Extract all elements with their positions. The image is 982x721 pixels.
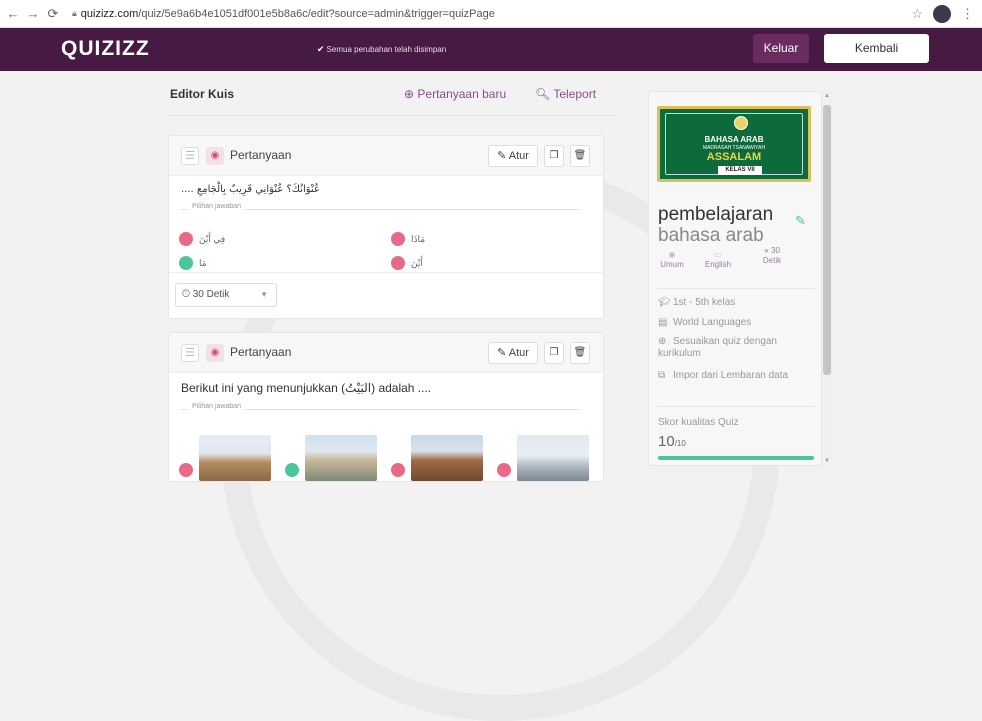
incorrect-dot — [391, 256, 405, 270]
plus-circle-icon: ⊕ — [658, 336, 667, 347]
multiple-choice-icon: ◉ — [206, 147, 224, 165]
kembali-button[interactable]: Kembali — [824, 34, 929, 63]
banner-class: KELAS VII — [718, 166, 762, 175]
school-crest-icon — [734, 116, 748, 130]
trash-icon[interactable]: 🗑︎ — [570, 145, 590, 167]
book-icon: ▤ — [658, 317, 668, 328]
incorrect-dot — [497, 463, 511, 477]
question-header: ☰ ◉ Pertanyaan ✎ Atur ❐ 🗑︎ — [169, 136, 603, 176]
question-footer: 🕓︎ 30 Detik ▼ — [169, 272, 603, 318]
quality-score-label: Skor kualitas Quiz — [658, 417, 739, 428]
divider — [168, 115, 616, 116]
editor-main: Editor Kuis ⊕ Pertanyaan baru 🔍︎ Telepor… — [0, 71, 982, 482]
correct-dot — [179, 256, 193, 270]
caret-down-icon: ▼ — [260, 290, 268, 299]
lock-icon: 🔒︎ — [72, 8, 77, 18]
plus-circle-icon: ⊕ — [404, 87, 418, 101]
question-card[interactable]: ☰ ◉ Pertanyaan ✎ Atur ❐ 🗑︎ Berikut ini y… — [168, 332, 604, 482]
search-icon: 🔍︎ — [535, 87, 554, 101]
answer-image — [411, 435, 483, 481]
grade-setting[interactable]: 🎓︎ 1st - 5th kelas — [658, 297, 735, 308]
answer-options-label: Pilihan jawaban — [181, 203, 591, 215]
reload-icon[interactable]: ⟳ — [46, 6, 60, 22]
language-setting[interactable]: ▭ English — [695, 250, 741, 269]
answer-image — [305, 435, 377, 481]
keluar-button[interactable]: Keluar — [753, 34, 809, 63]
incorrect-dot — [391, 463, 405, 477]
quiz-info-panel: BAHASA ARAB MADRASAH TSANAWIYAH ASSALAM … — [648, 91, 822, 466]
sidebar-scrollbar[interactable]: ▲ ▼ — [822, 91, 832, 466]
answer-image — [517, 435, 589, 481]
divider — [657, 406, 815, 407]
drag-handle-icon[interactable]: ☰ — [181, 147, 199, 165]
edit-pencil-icon[interactable]: ✎ — [795, 213, 806, 229]
atur-button[interactable]: ✎ Atur — [488, 145, 538, 167]
save-status: ✔ Semua perubahan telah disimpan — [317, 44, 447, 54]
duplicate-icon[interactable]: ❐ — [544, 145, 564, 167]
question-header: ☰ ◉ Pertanyaan ✎ Atur ❐ 🗑︎ — [169, 333, 603, 373]
incorrect-dot — [391, 232, 405, 246]
question-body: .... عُنْوَانُكَ؟ عُنْوَانِي قَرِيبٌ بِا… — [169, 176, 603, 223]
quality-score-value: 10/10 — [658, 433, 686, 450]
question-card[interactable]: ☰ ◉ Pertanyaan ✎ Atur ❐ 🗑︎ .... عُنْوَان… — [168, 135, 604, 319]
editor-title: Editor Kuis — [170, 87, 235, 101]
banner-frame: BAHASA ARAB MADRASAH TSANAWIYAH ASSALAM … — [665, 113, 803, 175]
image-answers — [179, 419, 599, 481]
drag-handle-icon[interactable]: ☰ — [181, 344, 199, 362]
bookmark-star-icon[interactable]: ☆ — [911, 6, 923, 22]
answer-option: أَيْنَ — [391, 256, 423, 270]
scroll-down-arrow-icon[interactable]: ▼ — [822, 458, 832, 464]
atur-button[interactable]: ✎ Atur — [488, 342, 538, 364]
incorrect-dot — [179, 232, 193, 246]
question-body: Berikut ini yang menunjukkan (البَيْتُ) … — [169, 373, 603, 423]
clock-icon: 🕓︎ — [182, 289, 193, 300]
question-text: Berikut ini yang menunjukkan (البَيْتُ) … — [181, 381, 432, 395]
subject-setting[interactable]: ▤ World Languages — [658, 317, 751, 328]
quiz-title-line1: pembelajaran — [658, 204, 774, 225]
pencil-icon: ✎ — [497, 347, 509, 359]
quality-score-bar — [658, 456, 814, 460]
answer-option: مَا — [179, 256, 207, 270]
quizizz-logo[interactable]: QUIZIZZ — [61, 37, 150, 61]
pencil-icon: ✎ — [497, 150, 509, 162]
browser-toolbar: ← → ⟳ 🔒︎ quizizz.com/quiz/5e9a6b4e1051df… — [0, 0, 982, 28]
time-select[interactable]: 🕓︎ 30 Detik ▼ — [175, 283, 277, 307]
visibility-setting[interactable]: ◉ Umum — [649, 250, 695, 269]
import-sheet-link[interactable]: ⧉ Impor dari Lembaran data — [658, 370, 788, 381]
scroll-thumb[interactable] — [823, 105, 831, 375]
eye-icon: ◉ — [668, 250, 676, 259]
banner-school: ASSALAM — [706, 151, 762, 163]
question-type-label: Pertanyaan — [230, 345, 292, 359]
app-header: QUIZIZZ ✔ Semua perubahan telah disimpan … — [0, 28, 982, 71]
address-bar[interactable]: quizizz.com/quiz/5e9a6b4e1051df001e5b8a6… — [81, 8, 495, 20]
divider — [657, 288, 815, 289]
graduation-cap-icon: 🎓︎ — [658, 297, 671, 308]
curriculum-link[interactable]: ⊕ Sesuaikan quiz dengan kurikulum — [658, 336, 808, 360]
correct-dot — [285, 463, 299, 477]
trash-icon[interactable]: 🗑︎ — [570, 342, 590, 364]
scroll-up-arrow-icon[interactable]: ▲ — [822, 93, 832, 99]
quiz-cover-image[interactable]: BAHASA ARAB MADRASAH TSANAWIYAH ASSALAM … — [657, 106, 811, 182]
multiple-choice-icon: ◉ — [206, 344, 224, 362]
forward-arrow-icon[interactable]: → — [26, 6, 40, 21]
back-arrow-icon[interactable]: ← — [6, 6, 20, 21]
language-icon: ▭ — [714, 250, 722, 259]
quiz-title-line2: bahasa arab — [658, 225, 764, 246]
answer-image — [199, 435, 271, 481]
answer-option: مَاذَا — [391, 232, 425, 246]
menu-kebab-icon[interactable]: ⋮ — [961, 6, 974, 22]
answer-option: فِي أَيْنَ — [179, 232, 225, 246]
question-text: .... عُنْوَانُكَ؟ عُنْوَانِي قَرِيبٌ بِا… — [181, 184, 320, 195]
duplicate-icon[interactable]: ❐ — [544, 342, 564, 364]
answer-options-label: Pilihan jawaban — [181, 403, 591, 415]
teleport-button[interactable]: 🔍︎ Teleport — [535, 87, 596, 101]
profile-avatar[interactable] — [933, 5, 951, 23]
question-type-label: Pertanyaan — [230, 148, 292, 162]
banner-title: BAHASA ARAB — [704, 135, 764, 144]
new-question-button[interactable]: ⊕ Pertanyaan baru — [404, 87, 506, 101]
check-icon: ✔ — [317, 44, 325, 54]
time-setting[interactable]: ● 30 Detik — [749, 246, 795, 266]
hierarchy-icon: ⧉ — [658, 370, 666, 381]
incorrect-dot — [179, 463, 193, 477]
